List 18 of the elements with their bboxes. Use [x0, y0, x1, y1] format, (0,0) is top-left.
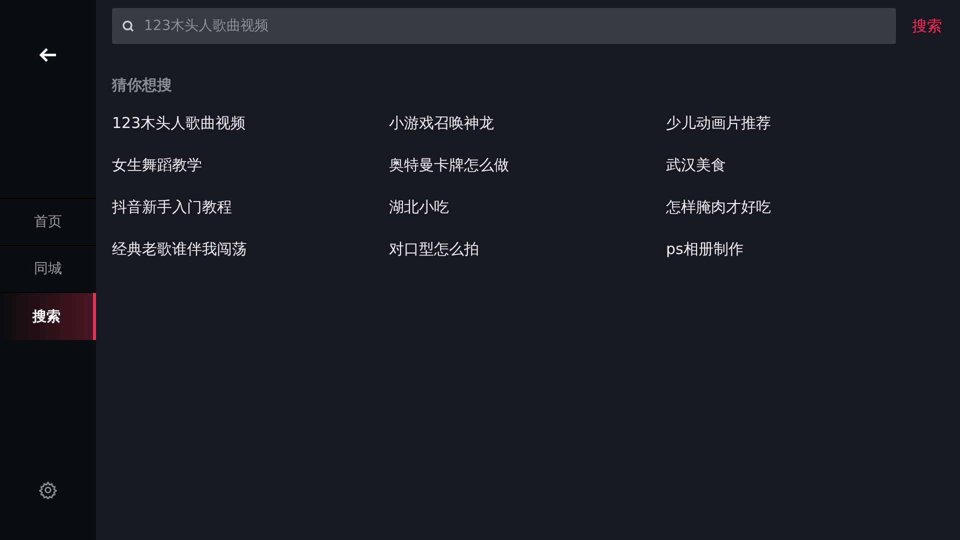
nav-tab[interactable]: 首页 — [0, 199, 96, 246]
settings-icon[interactable] — [39, 481, 57, 499]
search-button[interactable]: 搜索 — [910, 16, 944, 36]
suggestion-item[interactable]: 少儿动画片推荐 — [666, 102, 943, 144]
back-arrow-icon[interactable] — [39, 47, 57, 63]
suggestion-item[interactable]: 女生舞蹈教学 — [112, 144, 389, 186]
suggestion-item[interactable]: 对口型怎么拍 — [389, 228, 666, 270]
suggestion-item[interactable]: 经典老歌谁伴我闯荡 — [112, 228, 389, 270]
suggestion-item[interactable]: 奥特曼卡牌怎么做 — [389, 144, 666, 186]
suggestion-item[interactable]: 武汉美食 — [666, 144, 943, 186]
suggestion-item[interactable]: 抖音新手入门教程 — [112, 186, 389, 228]
search-field[interactable]: 123木头人歌曲视频 — [112, 8, 896, 44]
suggestion-item[interactable]: ps相册制作 — [666, 228, 943, 270]
suggestion-item[interactable]: 123木头人歌曲视频 — [112, 102, 389, 144]
suggestion-item[interactable]: 怎样腌肉才好吃 — [666, 186, 943, 228]
suggestion-item[interactable]: 湖北小吃 — [389, 186, 666, 228]
suggestion-item[interactable]: 小游戏召唤神龙 — [389, 102, 666, 144]
section-title: 猜你想搜 — [112, 76, 173, 96]
